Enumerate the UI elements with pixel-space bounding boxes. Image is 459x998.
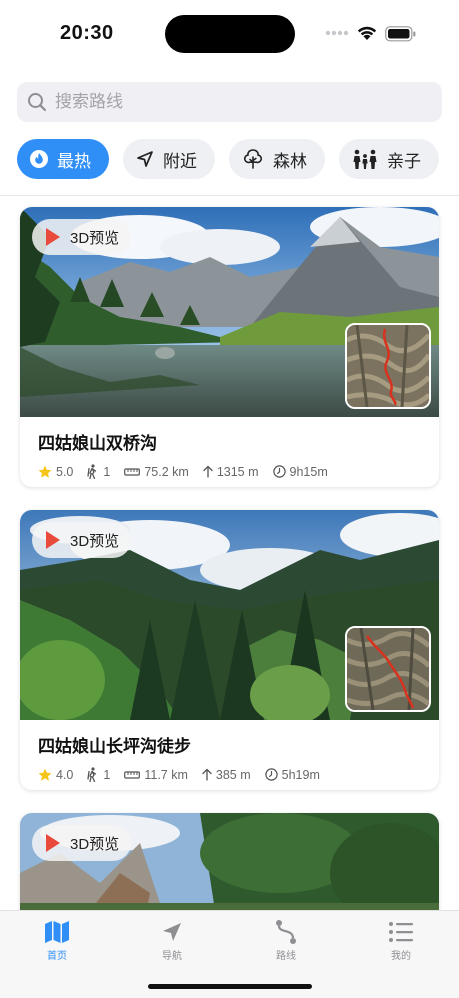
route-title: 四姑娘山双桥沟: [38, 434, 157, 453]
preview-3d-button[interactable]: 3D预览: [32, 522, 132, 558]
distance: 11.7 km: [124, 768, 188, 782]
route-card[interactable]: 3D预览 四姑娘山长坪沟徒步 4.0 1 11.7 km 385 m 5h19m: [20, 510, 439, 790]
chip-label: 附近: [163, 151, 197, 171]
status-bar: 20:30: [0, 0, 459, 68]
play-icon: [46, 834, 60, 852]
hiker-icon: [87, 767, 99, 782]
flame-icon: [29, 149, 49, 169]
route-title: 四姑娘山长坪沟徒步: [38, 737, 191, 756]
rating: 5.0: [38, 465, 73, 479]
clock-icon: [264, 768, 278, 781]
duration-value: 5h19m: [281, 767, 320, 782]
navigation-icon: [160, 917, 184, 947]
chip-nearby[interactable]: 附近: [123, 139, 215, 179]
family-icon: [351, 148, 379, 170]
ruler-icon: [124, 770, 141, 780]
ruler-icon: [124, 467, 141, 477]
clock-icon: [272, 465, 286, 478]
route-card[interactable]: 3D预览 四姑娘山双桥沟 5.0 1 75.2 km 1315 m 9h15m: [20, 207, 439, 487]
search-bar[interactable]: [17, 82, 442, 122]
duration-value: 9h15m: [289, 464, 328, 479]
chip-label: 森林: [273, 151, 307, 171]
elevation: 1315 m: [203, 465, 259, 479]
distance-value: 11.7 km: [144, 767, 188, 782]
hiker-icon: [87, 464, 99, 479]
dynamic-island: [165, 15, 295, 53]
preview-label: 3D预览: [70, 835, 120, 853]
duration: 5h19m: [264, 767, 320, 782]
route-photo: 3D预览: [20, 510, 439, 720]
play-icon: [46, 531, 60, 549]
cellular-signal-icon: [325, 30, 349, 36]
difficulty: 1: [87, 767, 110, 782]
tab-label: 我的: [391, 951, 411, 962]
category-chips: 最热 附近 森林 亲子: [17, 139, 439, 179]
tab-label: 导航: [162, 951, 182, 962]
chip-hottest[interactable]: 最热: [17, 139, 109, 179]
arrow-up-icon: [203, 465, 213, 478]
list-icon: [388, 917, 414, 947]
preview-label: 3D预览: [70, 229, 120, 247]
rating-value: 4.0: [56, 767, 74, 782]
home-indicator: [148, 984, 312, 989]
elevation: 385 m: [202, 768, 251, 782]
elevation-value: 1315 m: [216, 464, 259, 479]
route-icon: [274, 917, 298, 947]
tab-routes[interactable]: 路线: [256, 917, 316, 962]
tab-navigation[interactable]: 导航: [142, 917, 202, 962]
distance: 75.2 km: [124, 464, 189, 479]
chip-label: 亲子: [387, 151, 421, 171]
map-icon: [44, 917, 70, 947]
route-meta: 5.0 1 75.2 km 1315 m 9h15m: [38, 464, 439, 479]
rating: 4.0: [38, 768, 73, 782]
route-meta: 4.0 1 11.7 km 385 m 5h19m: [38, 767, 439, 782]
search-input[interactable]: [55, 92, 415, 112]
tab-home[interactable]: 首页: [27, 917, 87, 962]
star-icon: [38, 465, 52, 479]
tab-label: 路线: [276, 951, 296, 962]
preview-3d-button[interactable]: 3D预览: [32, 825, 132, 861]
preview-3d-button[interactable]: 3D预览: [32, 219, 132, 255]
chip-forest[interactable]: 森林: [229, 139, 325, 179]
route-map-thumbnail[interactable]: [345, 323, 431, 409]
search-icon: [28, 93, 47, 112]
play-icon: [46, 228, 60, 246]
route-photo: 3D预览: [20, 207, 439, 417]
tab-profile[interactable]: 我的: [371, 917, 431, 962]
header-divider: [0, 195, 459, 196]
route-map-thumbnail[interactable]: [345, 626, 431, 712]
arrow-up-icon: [202, 768, 212, 781]
location-arrow-icon: [135, 149, 155, 169]
chip-label: 最热: [57, 151, 91, 171]
rating-value: 5.0: [56, 464, 74, 479]
battery-icon: [385, 26, 416, 42]
chip-family[interactable]: 亲子: [339, 139, 439, 179]
status-time: 20:30: [60, 22, 114, 44]
tree-icon: [241, 148, 265, 170]
preview-label: 3D预览: [70, 532, 120, 550]
difficulty: 1: [87, 464, 110, 479]
wifi-icon: [357, 26, 377, 40]
difficulty-value: 1: [103, 767, 111, 782]
elevation-value: 385 m: [215, 767, 251, 782]
difficulty-value: 1: [103, 464, 111, 479]
tab-label: 首页: [47, 951, 67, 962]
star-icon: [38, 768, 52, 782]
distance-value: 75.2 km: [144, 464, 189, 479]
duration: 9h15m: [272, 464, 328, 479]
